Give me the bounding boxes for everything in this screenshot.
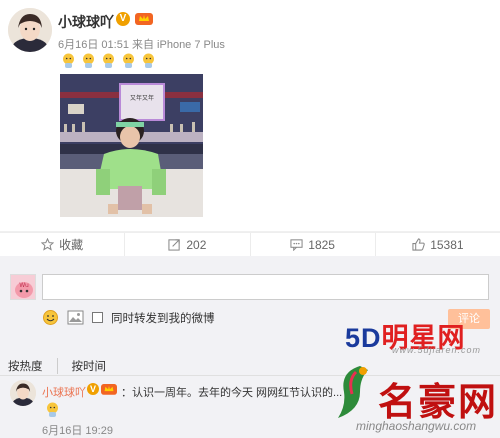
comment-button[interactable]: 1825 xyxy=(251,233,376,256)
face-icon xyxy=(123,53,134,68)
repost-count: 202 xyxy=(186,237,207,252)
post-photo[interactable]: 又年又年 xyxy=(60,74,203,217)
comment-input[interactable] xyxy=(42,274,489,300)
verified-badge-icon: V xyxy=(116,12,130,26)
watermark-url-2: minghaoshangwu.com xyxy=(356,419,477,433)
sort-by-hot-tab[interactable]: 按热度 xyxy=(8,358,43,374)
star-icon xyxy=(41,238,55,251)
face-icon xyxy=(103,53,114,68)
comment-time: 6月16日 19:29 xyxy=(42,425,113,437)
emoji-row xyxy=(60,52,157,69)
svg-text:Wu: Wu xyxy=(19,282,29,289)
forward-checkbox[interactable] xyxy=(92,312,103,323)
username[interactable]: 小球球吖 xyxy=(58,12,114,32)
face-icon xyxy=(143,53,154,68)
face-icon xyxy=(63,53,74,68)
thumbs-up-icon xyxy=(412,238,425,251)
verified-badge-icon: V xyxy=(87,383,99,395)
sort-tabs: 按热度 按时间 xyxy=(8,358,106,374)
like-count: 15381 xyxy=(430,237,464,252)
comment-tools: 同时转发到我的微博 xyxy=(42,309,215,326)
favorite-button[interactable]: 收藏 xyxy=(0,233,126,256)
forward-label: 同时转发到我的微博 xyxy=(111,312,215,325)
weibo-post: 小球球吖 V 6月16日 01:51 来自 iPhone 7 Plus 又年又年 xyxy=(0,0,500,232)
watermark-prefix: 5D xyxy=(345,323,382,353)
share-icon xyxy=(168,239,181,251)
sign-text: 又年又年 xyxy=(130,94,154,102)
like-button[interactable]: 15381 xyxy=(376,233,500,256)
comment-icon xyxy=(290,239,303,251)
comment-text: ：认识一周年。去年的今天 网网红节认识的... xyxy=(121,387,343,399)
watermark-brand-2: 名豪网 xyxy=(378,382,499,424)
comment-area: Wu 同时转发到我的微博 评论 按热度 按时间 小球球吖 V ：认识一周年。去年… xyxy=(0,256,500,438)
repost-button[interactable]: 202 xyxy=(125,233,251,256)
comment-avatar[interactable] xyxy=(10,380,36,406)
post-meta: 6月16日 01:51 来自 iPhone 7 Plus xyxy=(58,39,225,51)
my-avatar: Wu xyxy=(10,274,36,300)
comment-username[interactable]: 小球球吖 xyxy=(42,384,86,400)
face-icon xyxy=(83,53,94,68)
avatar[interactable] xyxy=(8,8,52,52)
face-icon xyxy=(47,402,58,417)
vip-crown-icon xyxy=(135,13,153,25)
emoji-picker-icon[interactable] xyxy=(42,309,59,326)
watermark-url-1: www.5djiaren.com xyxy=(392,345,482,355)
favorite-label: 收藏 xyxy=(59,238,84,252)
action-bar: 收藏 202 1825 15381 xyxy=(0,232,500,256)
image-upload-icon[interactable] xyxy=(67,309,84,326)
comment-count: 1825 xyxy=(308,237,335,252)
vip-crown-icon xyxy=(101,384,117,395)
watermark-logo-icon xyxy=(338,366,368,418)
sort-by-time-tab[interactable]: 按时间 xyxy=(56,358,106,374)
